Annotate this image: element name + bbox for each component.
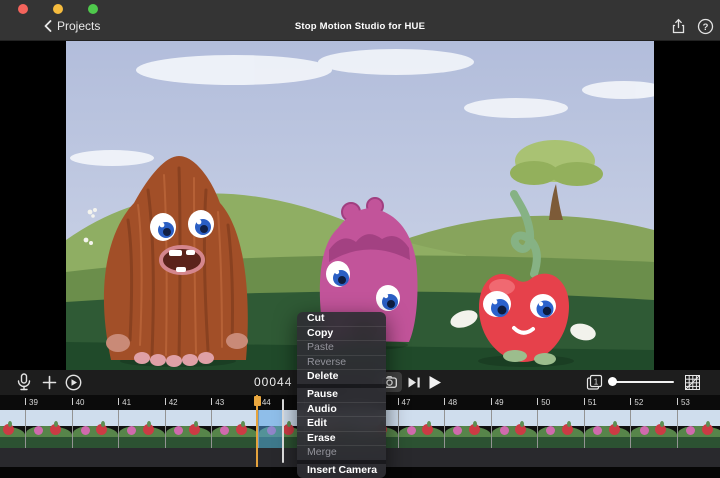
menu-item-copy[interactable]: Copy	[297, 326, 386, 341]
menu-item-edit[interactable]: Edit	[297, 416, 386, 431]
selected-frame-highlight	[258, 410, 284, 448]
menu-item-delete[interactable]: Delete	[297, 369, 386, 384]
page-title: Stop Motion Studio for HUE	[0, 21, 720, 32]
menu-item-merge: Merge	[297, 445, 386, 460]
help-icon[interactable]: ?	[697, 18, 714, 35]
playhead-flag[interactable]	[254, 396, 261, 406]
close-window-button[interactable]	[18, 4, 28, 14]
insert-position-line	[282, 399, 284, 463]
svg-text:?: ?	[703, 22, 709, 33]
grid-view-icon	[684, 373, 701, 391]
menu-item-reverse: Reverse	[297, 355, 386, 370]
filmstrip-frame[interactable]	[118, 410, 165, 448]
filmstrip-frame[interactable]	[630, 410, 677, 448]
zoom-window-button[interactable]	[88, 4, 98, 14]
filmstrip-frame[interactable]	[398, 410, 445, 448]
filmstrip-frame[interactable]	[0, 410, 25, 448]
filmstrip-frame[interactable]	[165, 410, 212, 448]
title-bar: Projects Stop Motion Studio for HUE ?	[0, 0, 720, 41]
play-button[interactable]	[428, 373, 442, 391]
menu-item-cut[interactable]: Cut	[297, 312, 386, 326]
timeline-zoom-slider-knob[interactable]	[608, 377, 617, 386]
timeline-zoom-slider-track[interactable]	[612, 381, 674, 383]
filmstrip-frame[interactable]	[211, 410, 258, 448]
context-menu: Cut Copy Paste Reverse Delete Pause Audi…	[297, 312, 386, 478]
filmstrip-frame[interactable]	[677, 410, 720, 448]
filmstrip-frame[interactable]	[25, 410, 72, 448]
svg-text:1: 1	[594, 377, 599, 386]
menu-item-erase[interactable]: Erase	[297, 431, 386, 446]
menu-item-pause[interactable]: Pause	[297, 388, 386, 402]
add-frame-button[interactable]	[42, 373, 57, 391]
filmstrip-frame[interactable]	[537, 410, 584, 448]
minimize-window-button[interactable]	[53, 4, 63, 14]
menu-item-audio[interactable]: Audio	[297, 402, 386, 417]
share-icon[interactable]	[670, 18, 687, 35]
microphone-icon[interactable]	[17, 373, 31, 391]
menu-item-paste: Paste	[297, 340, 386, 355]
app-window: Projects Stop Motion Studio for HUE ?	[0, 0, 720, 478]
menu-item-insert-camera[interactable]: Insert Camera	[297, 464, 386, 478]
play-circle-icon[interactable]	[65, 373, 82, 391]
filmstrip-frame[interactable]	[72, 410, 119, 448]
filmstrip-frame[interactable]	[491, 410, 538, 448]
next-frame-button[interactable]	[407, 373, 421, 391]
frame-counter: 00044	[254, 375, 292, 389]
filmstrip-frame[interactable]	[584, 410, 631, 448]
filmstrip-frame[interactable]	[444, 410, 491, 448]
single-frame-icon: 1	[586, 373, 603, 391]
